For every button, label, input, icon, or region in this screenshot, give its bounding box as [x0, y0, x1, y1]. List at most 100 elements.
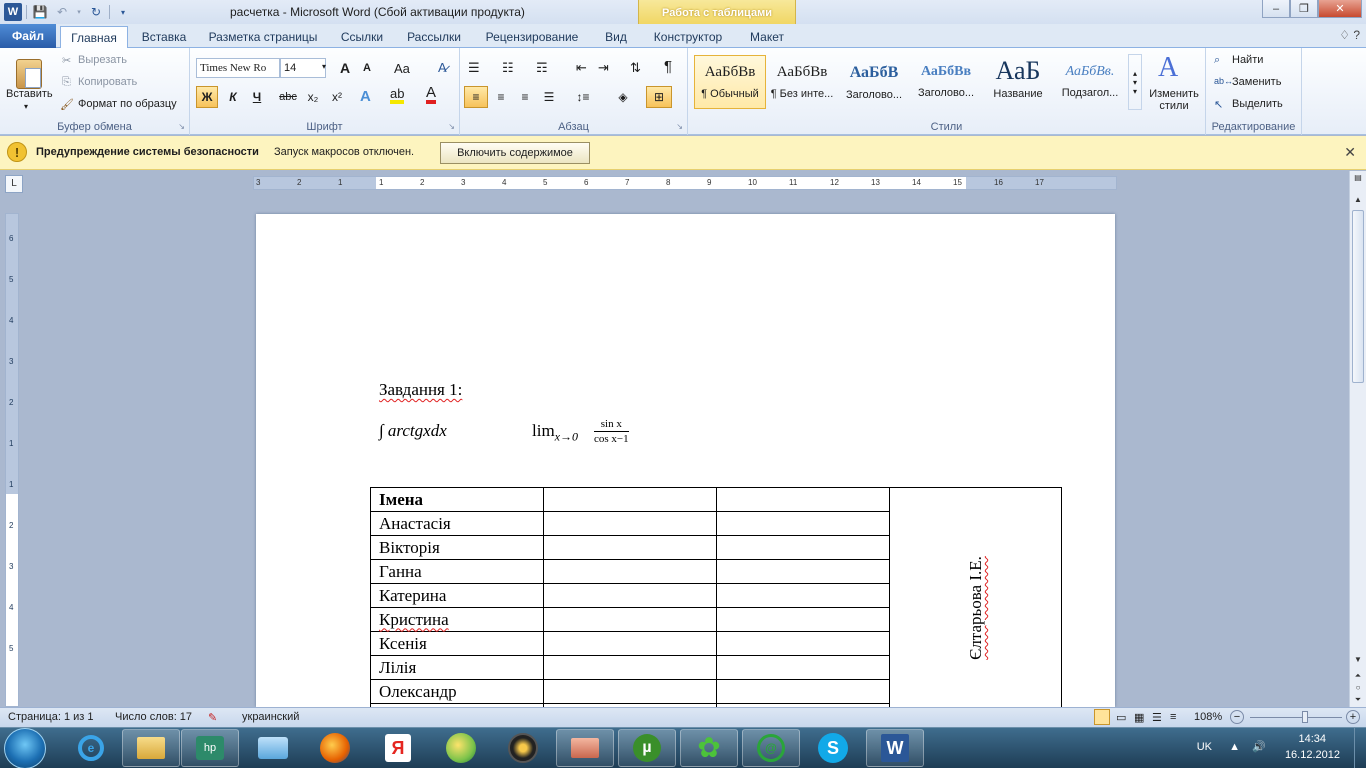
mail-icon[interactable]	[244, 729, 302, 767]
table-cell[interactable]	[543, 607, 717, 632]
undo-dropdown-icon[interactable]: ▾	[75, 3, 83, 21]
screenshot-icon[interactable]	[556, 729, 614, 767]
table-cell[interactable]	[543, 631, 717, 656]
table-cell[interactable]	[716, 535, 890, 560]
table-cell[interactable]	[543, 679, 717, 704]
start-button[interactable]	[4, 728, 46, 768]
highlight-icon[interactable]: ab	[390, 87, 405, 104]
tab-page-layout[interactable]: Разметка страницы	[200, 26, 326, 48]
name-cell[interactable]: Кристина	[370, 607, 544, 632]
word-count[interactable]: Число слов: 17	[115, 711, 192, 723]
subscript-button[interactable]: x₂	[302, 86, 324, 108]
draft-view-icon[interactable]: ≡	[1170, 711, 1176, 723]
clear-formatting-icon[interactable]: A̷	[438, 60, 447, 75]
vertical-scrollbar[interactable]: ▤ ▲ ▼ ⏶ ○ ⏷	[1349, 171, 1366, 707]
table-cell[interactable]	[543, 583, 717, 608]
hp-icon[interactable]: hp	[181, 729, 239, 767]
ie-icon[interactable]: e	[62, 729, 120, 767]
save-icon[interactable]: 💾	[31, 3, 49, 21]
style-tile-heading1[interactable]: АаБбВ Заголово...	[838, 55, 910, 109]
customize-qat-icon[interactable]: ▾	[114, 3, 132, 21]
language-indicator-tray[interactable]: UK	[1197, 741, 1212, 753]
line-spacing-icon[interactable]: ↕≡	[568, 86, 598, 108]
sort-icon[interactable]: ⇅	[630, 60, 641, 76]
superscript-button[interactable]: x²	[326, 86, 348, 108]
table-cell[interactable]	[716, 487, 890, 512]
shrink-font-button[interactable]: A	[363, 62, 371, 74]
skype-icon[interactable]: S	[804, 729, 862, 767]
tab-selector[interactable]: L	[5, 175, 23, 193]
table-cell[interactable]	[543, 655, 717, 680]
strikethrough-button[interactable]: abc	[276, 86, 300, 108]
print-layout-view-icon[interactable]	[1094, 709, 1110, 725]
table-cell[interactable]	[543, 559, 717, 584]
replace-button[interactable]: Заменить	[1232, 76, 1281, 88]
minimize-button[interactable]: –	[1262, 0, 1290, 18]
find-button[interactable]: Найти	[1232, 54, 1263, 66]
show-hidden-icons[interactable]: ▲	[1229, 741, 1240, 753]
style-tile-title[interactable]: АаБ Название	[982, 55, 1054, 109]
help-icon[interactable]: ♢ ?	[1339, 28, 1360, 42]
name-cell[interactable]: Ксенія	[370, 631, 544, 656]
page-count[interactable]: Страница: 1 из 1	[8, 711, 94, 723]
italic-button[interactable]: К	[222, 86, 244, 108]
zoom-slider-thumb[interactable]	[1302, 711, 1308, 723]
tab-design[interactable]: Конструктор	[642, 26, 734, 48]
language-indicator[interactable]: украинский	[242, 711, 299, 723]
paste-label[interactable]: Вставить	[6, 88, 53, 100]
tab-mailings[interactable]: Рассылки	[400, 26, 468, 48]
text-effects-icon[interactable]: A	[360, 88, 371, 105]
align-center-icon[interactable]: ≡	[490, 86, 512, 108]
align-left-icon[interactable]: ≡	[464, 86, 488, 108]
table-cell[interactable]	[716, 559, 890, 584]
justify-icon[interactable]: ☰	[538, 86, 560, 108]
style-tile-no-spacing[interactable]: АаБбВв ¶ Без инте...	[766, 55, 838, 109]
clipboard-launcher-icon[interactable]: ↘	[178, 122, 185, 131]
name-cell[interactable]: Ганна	[370, 559, 544, 584]
close-warning-icon[interactable]: ✕	[1344, 144, 1356, 161]
firefox-icon[interactable]	[306, 729, 364, 767]
outline-view-icon[interactable]: ☰	[1152, 711, 1162, 724]
tab-references[interactable]: Ссылки	[334, 26, 390, 48]
table-cell[interactable]	[716, 607, 890, 632]
cut-button[interactable]: Вырезать	[78, 54, 127, 66]
scroll-up-icon[interactable]: ▲	[1352, 195, 1364, 207]
format-painter-button[interactable]: Формат по образцу	[78, 98, 177, 110]
volume-icon[interactable]: 🔊	[1252, 740, 1266, 753]
bullets-icon[interactable]: ☰	[468, 60, 480, 76]
rotated-cell[interactable]: Єлтарьова І.Е.	[889, 487, 1062, 728]
zoom-out-icon[interactable]: −	[1230, 710, 1244, 724]
zoom-level[interactable]: 108%	[1194, 711, 1222, 723]
table-header-cell[interactable]: Імена	[370, 487, 544, 512]
ruler-toggle-icon[interactable]: ▤	[1352, 173, 1364, 185]
style-tile-heading2[interactable]: АаБбВв Заголово...	[910, 55, 982, 109]
copy-button[interactable]: Копировать	[78, 76, 137, 88]
style-tile-subtitle[interactable]: АаБбВв. Подзагол...	[1054, 55, 1126, 109]
font-color-icon[interactable]: A	[426, 85, 437, 104]
icq-icon[interactable]: ✿	[680, 729, 738, 767]
name-cell[interactable]: Олександр	[370, 679, 544, 704]
show-desktop-button[interactable]	[1354, 728, 1366, 768]
vertical-ruler[interactable]: 6 5 4 3 2 1 1 2 3 4 5	[5, 213, 19, 707]
style-tile-normal[interactable]: АаБбВв ¶ Обычный	[694, 55, 766, 109]
redo-icon[interactable]: ↻	[87, 3, 105, 21]
scroll-down-icon[interactable]: ▼	[1352, 655, 1364, 667]
name-cell[interactable]: Лілія	[370, 655, 544, 680]
media-icon[interactable]	[494, 729, 552, 767]
document-page[interactable]: Завдання 1: ∫ arctgxdx limx→0 sin x cos …	[256, 214, 1115, 728]
select-button[interactable]: Выделить	[1232, 98, 1283, 110]
zoom-slider-track[interactable]	[1250, 717, 1342, 718]
yandex-icon[interactable]: Я	[369, 729, 427, 767]
enable-content-button[interactable]: Включить содержимое	[440, 142, 590, 164]
full-screen-view-icon[interactable]: ▭	[1116, 711, 1126, 724]
table-cell[interactable]	[716, 511, 890, 536]
horizontal-ruler[interactable]: 3 2 1 1 2 3 4 5 6 7 8 9 10 11 12 13 14 15 16 17	[253, 176, 1117, 190]
table-cell[interactable]	[716, 583, 890, 608]
utorrent-icon[interactable]: µ	[618, 729, 676, 767]
web-layout-view-icon[interactable]: ▦	[1134, 711, 1144, 724]
tab-layout[interactable]: Макет	[742, 26, 792, 48]
undo-icon[interactable]: ↶	[53, 3, 71, 21]
tab-review[interactable]: Рецензирование	[478, 26, 586, 48]
name-cell[interactable]: Катерина	[370, 583, 544, 608]
table-cell[interactable]	[716, 631, 890, 656]
